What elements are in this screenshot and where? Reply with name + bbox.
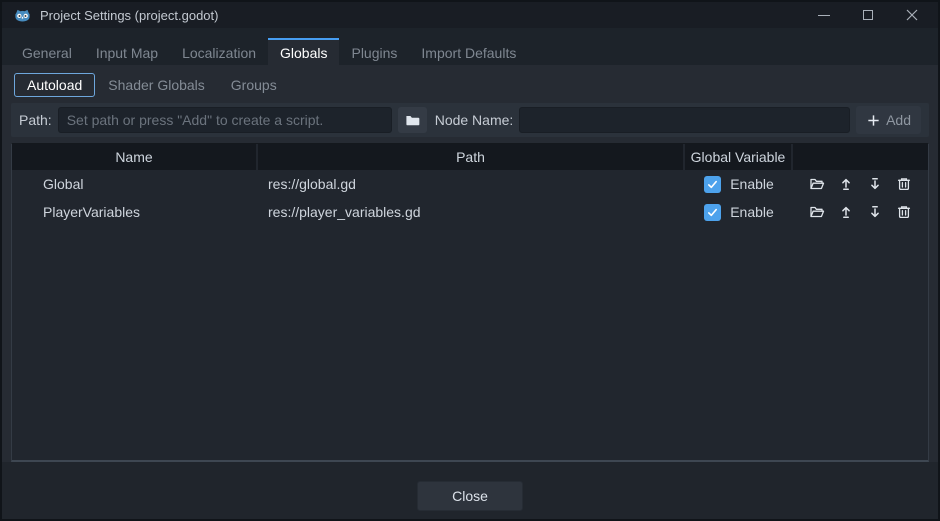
window-controls [810, 4, 926, 26]
autoload-table: Name Path Global Variable Global res://g… [11, 143, 929, 462]
autoload-path: res://player_variables.gd [258, 198, 685, 226]
column-header-actions [793, 144, 928, 170]
plus-icon [866, 113, 881, 128]
move-up-button[interactable] [837, 175, 855, 193]
settings-tabbar: General Input Map Localization Globals P… [2, 28, 938, 65]
move-up-button[interactable] [837, 203, 855, 221]
column-header-name[interactable]: Name [12, 144, 258, 170]
autoload-name: PlayerVariables [12, 198, 258, 226]
tab-localization[interactable]: Localization [170, 38, 268, 65]
tab-plugins[interactable]: Plugins [339, 38, 409, 65]
tab-input-map[interactable]: Input Map [84, 38, 170, 65]
path-input[interactable] [58, 107, 392, 133]
move-up-icon [838, 204, 854, 220]
autoload-toolbar: Path: Node Name: Add [11, 103, 929, 137]
titlebar[interactable]: Project Settings (project.godot) [2, 2, 938, 28]
delete-button[interactable] [895, 203, 913, 221]
enable-label: Enable [730, 204, 774, 220]
move-down-button[interactable] [866, 203, 884, 221]
globals-subtabs: Autoload Shader Globals Groups [14, 73, 929, 97]
table-row[interactable]: PlayerVariables res://player_variables.g… [12, 198, 928, 226]
minimize-icon[interactable] [810, 4, 838, 26]
open-script-button[interactable] [808, 203, 826, 221]
maximize-icon[interactable] [854, 4, 882, 26]
add-button-label: Add [886, 112, 911, 128]
window-title: Project Settings (project.godot) [40, 8, 810, 23]
tab-general[interactable]: General [10, 38, 84, 65]
close-icon[interactable] [898, 4, 926, 26]
add-autoload-button[interactable]: Add [856, 106, 921, 134]
open-script-button[interactable] [808, 175, 826, 193]
enable-checkbox[interactable] [704, 176, 721, 193]
enable-label: Enable [730, 176, 774, 192]
autoload-path: res://global.gd [258, 170, 685, 198]
enable-checkbox[interactable] [704, 204, 721, 221]
trash-icon [896, 176, 912, 192]
move-up-icon [838, 176, 854, 192]
dialog-footer: Close [2, 462, 938, 519]
globals-panel: Autoload Shader Globals Groups Path: Nod… [2, 65, 938, 462]
trash-icon [896, 204, 912, 220]
column-header-global-variable[interactable]: Global Variable [685, 144, 793, 170]
move-down-button[interactable] [866, 175, 884, 193]
move-down-icon [867, 204, 883, 220]
column-header-path[interactable]: Path [258, 144, 685, 170]
folder-open-icon [809, 204, 825, 220]
table-header: Name Path Global Variable [12, 144, 928, 170]
node-name-input[interactable] [519, 107, 850, 133]
subtab-autoload[interactable]: Autoload [14, 73, 95, 97]
folder-open-icon [809, 176, 825, 192]
subtab-groups[interactable]: Groups [218, 73, 290, 97]
subtab-shader-globals[interactable]: Shader Globals [95, 73, 218, 97]
project-settings-window: Project Settings (project.godot) General… [0, 0, 940, 521]
tab-import-defaults[interactable]: Import Defaults [409, 38, 528, 65]
path-label: Path: [19, 112, 52, 128]
close-button[interactable]: Close [417, 481, 523, 511]
delete-button[interactable] [895, 175, 913, 193]
folder-icon [405, 113, 420, 128]
move-down-icon [867, 176, 883, 192]
tab-globals[interactable]: Globals [268, 38, 339, 65]
node-name-label: Node Name: [435, 112, 514, 128]
autoload-name: Global [12, 170, 258, 198]
table-row[interactable]: Global res://global.gd Enable [12, 170, 928, 198]
browse-path-button[interactable] [398, 107, 427, 133]
godot-logo-icon [14, 7, 31, 24]
